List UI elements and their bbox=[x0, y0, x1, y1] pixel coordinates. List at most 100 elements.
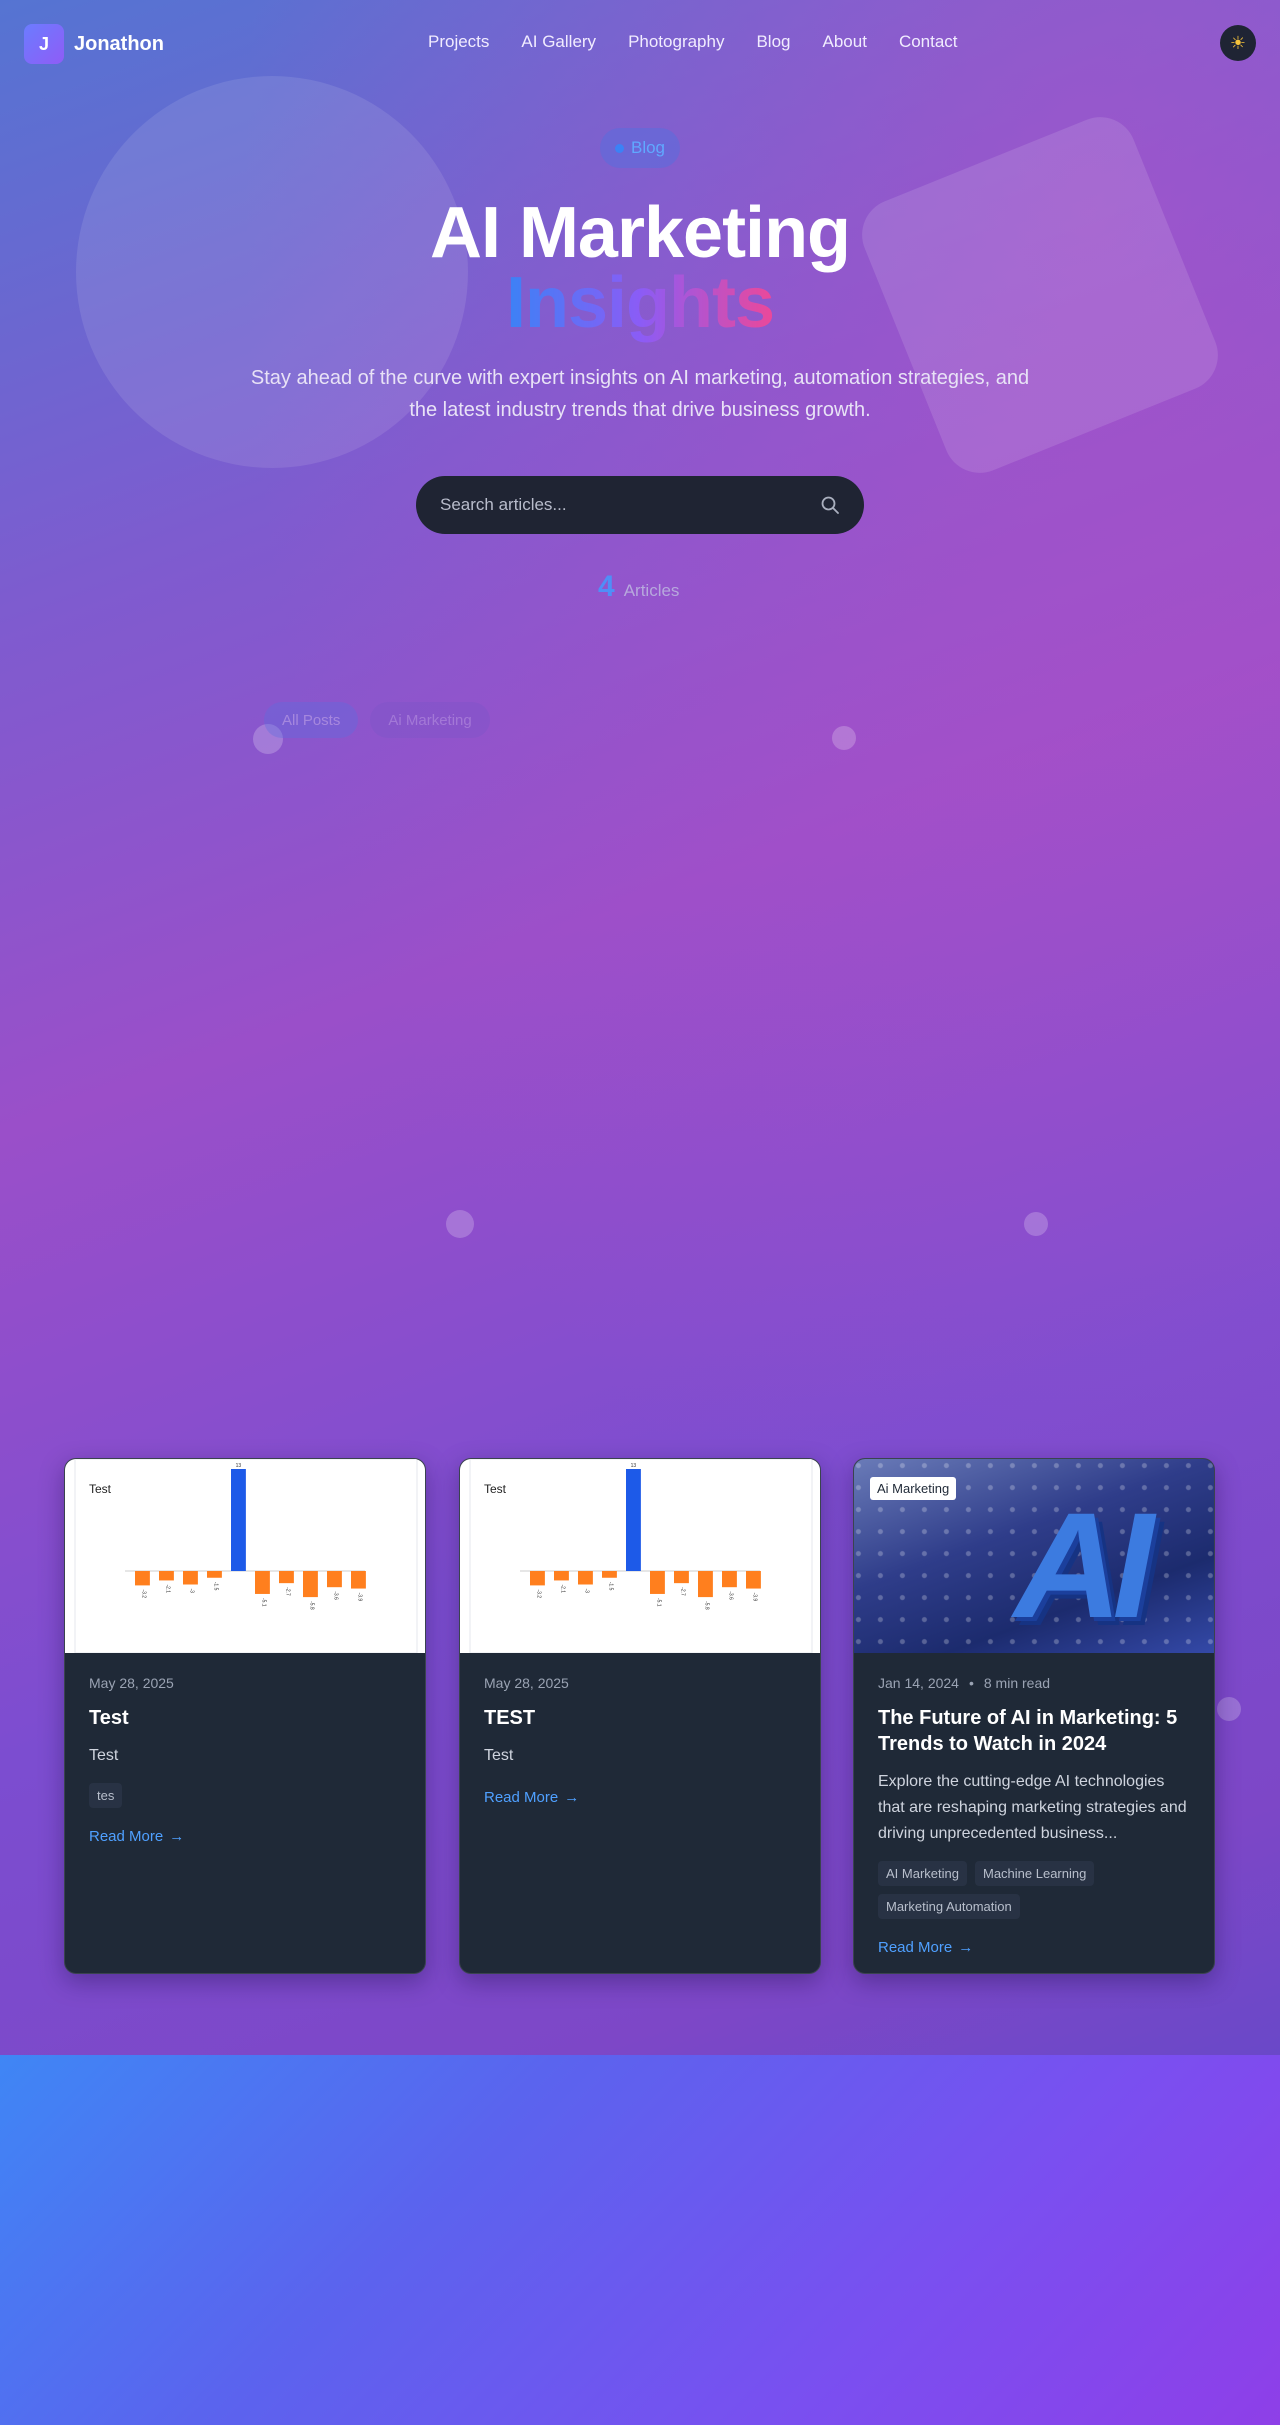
chart-bar bbox=[183, 1571, 198, 1585]
chart-title: Test bbox=[484, 1482, 507, 1496]
post-tags: tes bbox=[89, 1783, 401, 1808]
post-card[interactable]: Test -3.2 -2.1 -3 -1.5 13 -5.1 -2.7 -5.8 -3.6 -3.9… bbox=[459, 1458, 821, 1974]
chart-data-label: -2.7 bbox=[679, 1587, 685, 1596]
filter-ai-marketing[interactable]: Ai Marketing bbox=[370, 702, 490, 738]
chart-bar bbox=[231, 1469, 246, 1571]
chart-bar bbox=[135, 1571, 150, 1586]
post-card-body: May 28, 2025 Test Test tes Read More → bbox=[65, 1653, 425, 1867]
post-card-body: May 28, 2025 TEST Test Read More → bbox=[460, 1653, 820, 1828]
nav-link-contact[interactable]: Contact bbox=[899, 32, 958, 52]
chart-data-label: -3 bbox=[188, 1589, 194, 1594]
decorative-dot bbox=[446, 1210, 474, 1238]
chart-title: Test bbox=[89, 1482, 112, 1496]
page-subtitle: Stay ahead of the curve with expert insi… bbox=[250, 367, 1030, 421]
bar-chart-thumbnail: Test -3.2 -2.1 -3 -1.5 13 -5.1 -2.7 -5.8 -3.6 -3.9 bbox=[74, 1459, 418, 1653]
decorative-dot bbox=[1217, 1697, 1241, 1721]
post-tag[interactable]: Machine Learning bbox=[974, 1861, 1095, 1886]
chart-data-label: -3.9 bbox=[751, 1593, 757, 1602]
post-title[interactable]: Test bbox=[89, 1705, 401, 1731]
post-card-body: Jan 14, 2024 • 8 min read The Future of … bbox=[854, 1653, 1214, 1973]
article-count-number: 4 bbox=[598, 570, 615, 603]
chart-data-label: -3.2 bbox=[140, 1589, 146, 1598]
post-card[interactable]: Test -3.2 -2.1 -3 -1.5 13 -5.1 -2.7 -5.8 -3.6 -3.9… bbox=[64, 1458, 426, 1974]
arrow-right-icon: → bbox=[169, 1828, 185, 1845]
post-tag[interactable]: Marketing Automation bbox=[878, 1894, 1020, 1919]
badge-label: Blog bbox=[630, 138, 666, 157]
chart-bar bbox=[351, 1571, 366, 1589]
theme-toggle-button[interactable]: ☀ bbox=[1220, 25, 1256, 61]
nav-link-photography[interactable]: Photography bbox=[628, 32, 724, 52]
chart-data-label: -2.1 bbox=[559, 1584, 565, 1593]
chart-data-label: -1.5 bbox=[212, 1582, 218, 1591]
post-thumbnail: Test -3.2 -2.1 -3 -1.5 13 -5.1 -2.7 -5.8 -3.6 -3.9 bbox=[460, 1459, 820, 1653]
chart-data-label: -2.1 bbox=[164, 1584, 170, 1593]
category-badge[interactable]: Ai Marketing bbox=[870, 1477, 957, 1500]
nav-links: Projects AI Gallery Photography Blog Abo… bbox=[428, 32, 958, 52]
read-time: 8 min read bbox=[983, 1675, 1051, 1691]
search-input[interactable] bbox=[440, 495, 820, 515]
post-title[interactable]: The Future of AI in Marketing: 5 Trends … bbox=[878, 1705, 1190, 1757]
nav-link-projects[interactable]: Projects bbox=[428, 32, 489, 52]
chart-bar bbox=[327, 1571, 342, 1588]
search-bar bbox=[416, 476, 864, 534]
bar-chart-thumbnail: Test -3.2 -2.1 -3 -1.5 13 -5.1 -2.7 -5.8 -3.6 -3.9 bbox=[469, 1459, 813, 1653]
read-more-link[interactable]: Read More → bbox=[89, 1828, 401, 1845]
chart-data-label: -3.6 bbox=[332, 1591, 338, 1600]
brand-name: Jonathon bbox=[74, 32, 164, 55]
nav-link-blog[interactable]: Blog bbox=[756, 32, 790, 52]
post-thumbnail: AI Ai Marketing bbox=[854, 1459, 1214, 1653]
chart-bar bbox=[722, 1571, 737, 1588]
post-meta: May 28, 2025 bbox=[89, 1675, 401, 1691]
read-more-link[interactable]: Read More → bbox=[878, 1939, 1190, 1956]
chart-bar bbox=[255, 1571, 270, 1594]
post-thumbnail: Test -3.2 -2.1 -3 -1.5 13 -5.1 -2.7 -5.8 -3.6 -3.9 bbox=[65, 1459, 425, 1653]
page-title-highlight: Insights bbox=[0, 262, 1280, 344]
decorative-dot bbox=[832, 726, 856, 750]
chart-bar bbox=[602, 1571, 617, 1578]
section-badge: Blog bbox=[600, 128, 680, 168]
logo-mark: J bbox=[24, 24, 64, 64]
chart-data-label: -3.2 bbox=[535, 1589, 541, 1598]
chart-bar bbox=[578, 1571, 593, 1585]
decorative-dot bbox=[1024, 1212, 1048, 1236]
read-more-link[interactable]: Read More → bbox=[484, 1789, 796, 1806]
chart-data-label: -3.6 bbox=[727, 1591, 733, 1600]
post-tag[interactable]: tes bbox=[89, 1783, 123, 1808]
category-filters: All Posts Ai Marketing bbox=[264, 702, 490, 738]
post-date: May 28, 2025 bbox=[89, 1675, 174, 1691]
chart-bar bbox=[698, 1571, 713, 1598]
ai-3d-lettering: AI bbox=[1014, 1481, 1154, 1649]
chart-frame bbox=[74, 1459, 418, 1653]
post-meta: May 28, 2025 bbox=[484, 1675, 796, 1691]
chart-data-label: 13 bbox=[631, 1463, 637, 1469]
nav-link-about[interactable]: About bbox=[823, 32, 867, 52]
chart-data-label: -5.1 bbox=[260, 1598, 266, 1607]
post-tag[interactable]: AI Marketing bbox=[878, 1861, 967, 1886]
highlight-text: Insights bbox=[505, 263, 775, 343]
chart-data-label: -3 bbox=[583, 1589, 589, 1594]
chart-bar bbox=[530, 1571, 545, 1586]
post-date: May 28, 2025 bbox=[484, 1675, 569, 1691]
chart-data-label: -3.9 bbox=[356, 1593, 362, 1602]
post-title[interactable]: TEST bbox=[484, 1705, 796, 1731]
read-more-label: Read More bbox=[484, 1789, 559, 1806]
post-excerpt: Test bbox=[484, 1747, 514, 1764]
chart-bar bbox=[303, 1571, 318, 1598]
post-card[interactable]: AI Ai Marketing Jan 14, 2024 • 8 min rea… bbox=[853, 1458, 1215, 1974]
post-excerpt: Explore the cutting-edge AI technologies… bbox=[878, 1773, 1187, 1842]
chart-data-label: -5.8 bbox=[308, 1601, 314, 1610]
filter-all-posts[interactable]: All Posts bbox=[264, 702, 359, 738]
arrow-right-icon: → bbox=[958, 1939, 974, 1956]
chart-data-label: -1.5 bbox=[607, 1582, 613, 1591]
brand-logo[interactable]: J Jonathon bbox=[24, 24, 164, 64]
search-icon[interactable] bbox=[820, 495, 840, 515]
chart-frame bbox=[469, 1459, 813, 1653]
chart-bar bbox=[674, 1571, 689, 1584]
chart-data-label: -5.1 bbox=[655, 1598, 661, 1607]
badge-dot-icon bbox=[614, 143, 624, 153]
arrow-right-icon: → bbox=[564, 1789, 580, 1806]
article-count-label: Articles bbox=[623, 581, 680, 600]
chart-bar bbox=[159, 1571, 174, 1581]
post-tags: AI Marketing Machine Learning Marketing … bbox=[878, 1861, 1190, 1919]
nav-link-ai-gallery[interactable]: AI Gallery bbox=[521, 32, 596, 52]
